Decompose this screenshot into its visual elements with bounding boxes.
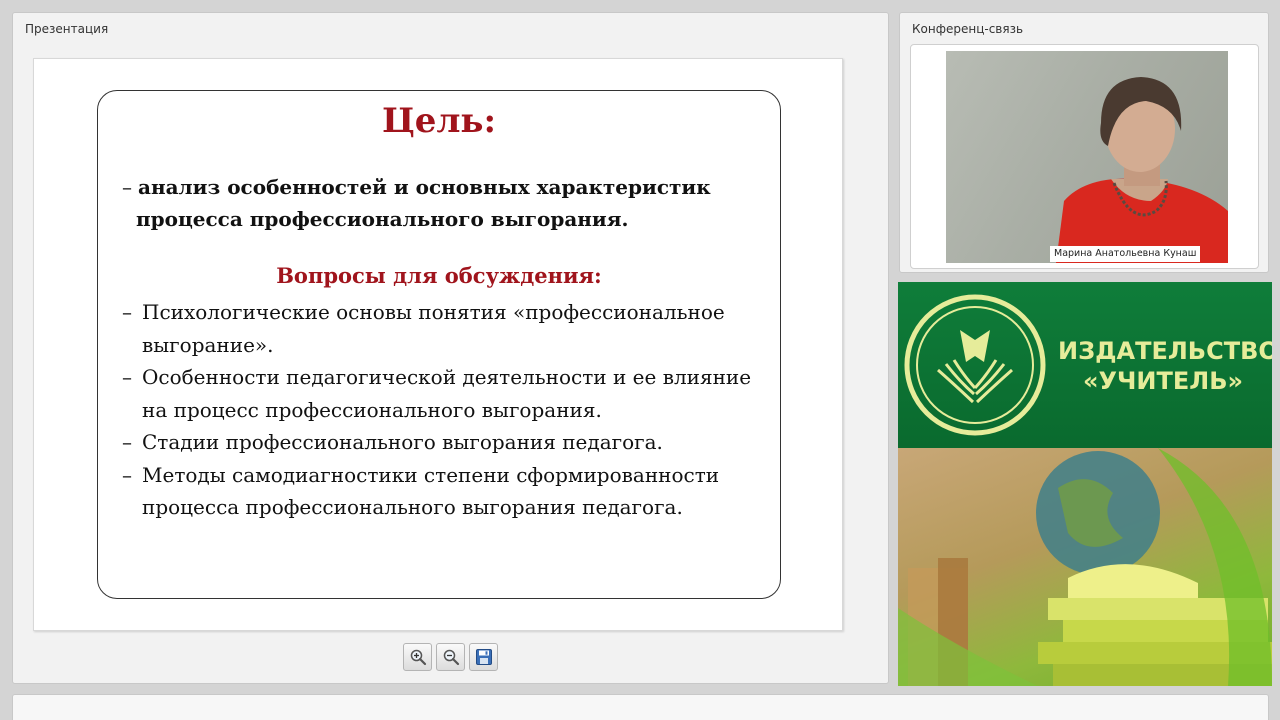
participant-name-tag: Марина Анатольевна Кунаш [1050, 246, 1201, 262]
video-container: Марина Анатольевна Кунаш [910, 44, 1259, 269]
conference-panel-title: Конференц-связь [912, 22, 1024, 36]
banner-header: ИЗДАТЕЛЬСТВО «УЧИТЕЛЬ» [898, 282, 1272, 448]
goal-line-2: процесса профессионального выгорания. [136, 207, 629, 231]
publisher-name: ИЗДАТЕЛЬСТВО «УЧИТЕЛЬ» [1058, 336, 1272, 396]
presentation-panel-title: Презентация [25, 22, 109, 36]
question-item: Психологические основы понятия «професси… [122, 296, 772, 361]
slide-frame: Цель: – анализ особенностей и основных ха… [97, 90, 781, 599]
participant-silhouette [1056, 77, 1228, 263]
goal-dash: – [122, 175, 132, 199]
publisher-line-2: «УЧИТЕЛЬ» [1083, 367, 1243, 395]
publisher-logo-icon [904, 294, 1046, 436]
presentation-panel: Презентация Цель: – анализ особенностей и… [12, 12, 889, 684]
slide-title: Цель: [381, 101, 497, 141]
zoom-out-icon [443, 649, 459, 666]
books-globe-image [898, 448, 1272, 686]
slide-goal: – анализ особенностей и основных характер… [122, 171, 762, 235]
publisher-line-1: ИЗДАТЕЛЬСТВО [1058, 337, 1272, 365]
save-button[interactable] [469, 643, 498, 671]
zoom-in-button[interactable] [403, 643, 432, 671]
presentation-slide: Цель: – анализ особенностей и основных ха… [33, 58, 843, 631]
question-item: Стадии профессионального выгорания педаг… [122, 426, 772, 459]
banner-image [898, 448, 1272, 686]
participant-video[interactable]: Марина Анатольевна Кунаш [946, 51, 1228, 263]
question-item: Особенности педагогической деятельности … [122, 361, 772, 426]
goal-line-1: анализ особенностей и основных характери… [138, 175, 711, 199]
publisher-banner[interactable]: ИЗДАТЕЛЬСТВО «УЧИТЕЛЬ» [898, 282, 1272, 686]
question-item: Методы самодиагностики степени сформиров… [122, 459, 772, 524]
questions-heading: Вопросы для обсуждения: [276, 263, 602, 288]
slide-toolbar [403, 643, 498, 671]
save-icon [475, 649, 492, 665]
questions-list: Психологические основы понятия «професси… [122, 296, 772, 524]
zoom-out-button[interactable] [436, 643, 465, 671]
zoom-in-icon [410, 649, 426, 666]
conference-panel: Конференц-связь Марина Анатольевна Кунаш [899, 12, 1269, 273]
bottom-panel [12, 694, 1269, 720]
